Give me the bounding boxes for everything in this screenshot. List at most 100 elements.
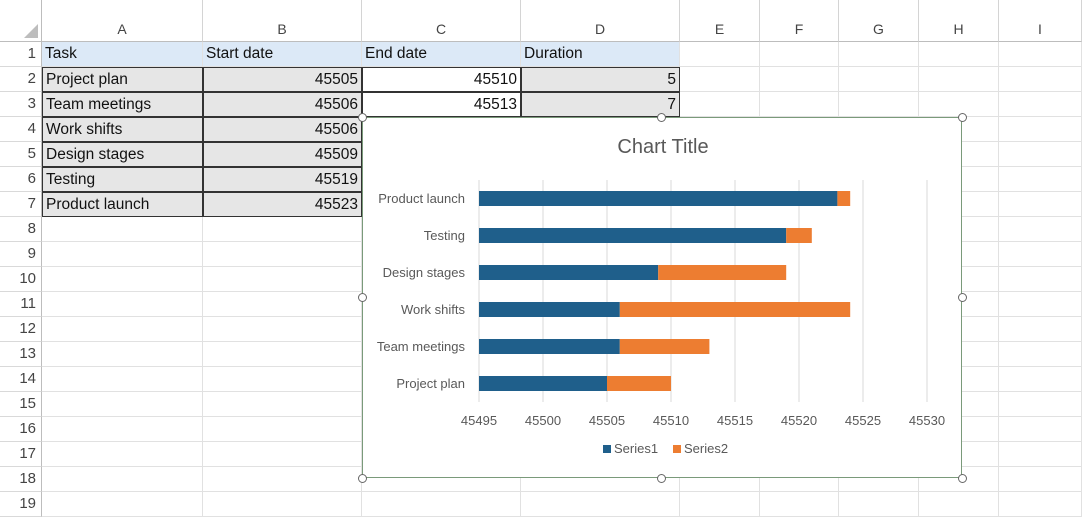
column-header-e[interactable]: E: [680, 0, 760, 42]
header-cell-task[interactable]: Task: [42, 42, 203, 67]
grid-cell[interactable]: [999, 392, 1082, 417]
row-header-2[interactable]: 2: [0, 67, 42, 92]
grid-cell[interactable]: [42, 242, 203, 267]
grid-cell[interactable]: [42, 217, 203, 242]
task-cell[interactable]: Project plan: [42, 67, 203, 92]
column-header-b[interactable]: B: [203, 0, 362, 42]
grid-cell[interactable]: [999, 417, 1082, 442]
task-cell[interactable]: Testing: [42, 167, 203, 192]
start-date-cell[interactable]: 45506: [203, 92, 362, 117]
grid-cell[interactable]: [42, 417, 203, 442]
grid-cell[interactable]: [203, 217, 362, 242]
grid-cell[interactable]: [521, 492, 680, 517]
column-header-i[interactable]: I: [999, 0, 1082, 42]
grid-cell[interactable]: [999, 442, 1082, 467]
column-header-f[interactable]: F: [760, 0, 839, 42]
grid-cell[interactable]: [999, 242, 1082, 267]
grid-cell[interactable]: [999, 167, 1082, 192]
grid-cell[interactable]: [42, 342, 203, 367]
row-header-11[interactable]: 11: [0, 292, 42, 317]
resize-handle[interactable]: [656, 473, 666, 483]
grid-cell[interactable]: [999, 142, 1082, 167]
row-header-1[interactable]: 1: [0, 42, 42, 67]
row-header-17[interactable]: 17: [0, 442, 42, 467]
column-header-d[interactable]: D: [521, 0, 680, 42]
grid-cell[interactable]: [203, 492, 362, 517]
grid-cell[interactable]: [203, 392, 362, 417]
row-header-18[interactable]: 18: [0, 467, 42, 492]
grid-cell[interactable]: [760, 492, 839, 517]
resize-handle[interactable]: [957, 473, 967, 483]
row-header-15[interactable]: 15: [0, 392, 42, 417]
grid-cell[interactable]: [203, 417, 362, 442]
start-date-cell[interactable]: 45509: [203, 142, 362, 167]
grid-cell[interactable]: [999, 42, 1082, 67]
row-header-14[interactable]: 14: [0, 367, 42, 392]
grid-cell[interactable]: [760, 92, 839, 117]
row-header-4[interactable]: 4: [0, 117, 42, 142]
grid-cell[interactable]: [919, 42, 999, 67]
grid-cell[interactable]: [999, 217, 1082, 242]
duration-cell[interactable]: 7: [521, 92, 680, 117]
task-cell[interactable]: Product launch: [42, 192, 203, 217]
grid-cell[interactable]: [999, 342, 1082, 367]
end-date-cell[interactable]: 45510: [362, 67, 521, 92]
grid-cell[interactable]: [42, 367, 203, 392]
row-header-12[interactable]: 12: [0, 317, 42, 342]
grid-cell[interactable]: [203, 367, 362, 392]
task-cell[interactable]: Team meetings: [42, 92, 203, 117]
task-cell[interactable]: Work shifts: [42, 117, 203, 142]
row-header-10[interactable]: 10: [0, 267, 42, 292]
grid-cell[interactable]: [839, 42, 919, 67]
resize-handle[interactable]: [357, 473, 367, 483]
grid-cell[interactable]: [203, 242, 362, 267]
row-header-5[interactable]: 5: [0, 142, 42, 167]
row-header-8[interactable]: 8: [0, 217, 42, 242]
grid-cell[interactable]: [362, 492, 521, 517]
resize-handle[interactable]: [957, 292, 967, 302]
grid-cell[interactable]: [999, 317, 1082, 342]
resize-handle[interactable]: [357, 112, 367, 122]
column-header-c[interactable]: C: [362, 0, 521, 42]
start-date-cell[interactable]: 45506: [203, 117, 362, 142]
header-cell-end-date[interactable]: End date: [362, 42, 521, 67]
grid-cell[interactable]: [203, 267, 362, 292]
column-header-g[interactable]: G: [839, 0, 919, 42]
grid-cell[interactable]: [680, 92, 760, 117]
row-header-16[interactable]: 16: [0, 417, 42, 442]
column-header-a[interactable]: A: [42, 0, 203, 42]
grid-cell[interactable]: [999, 367, 1082, 392]
row-header-3[interactable]: 3: [0, 92, 42, 117]
start-date-cell[interactable]: 45519: [203, 167, 362, 192]
resize-handle[interactable]: [357, 292, 367, 302]
row-header-9[interactable]: 9: [0, 242, 42, 267]
duration-cell[interactable]: 5: [521, 67, 680, 92]
start-date-cell[interactable]: 45505: [203, 67, 362, 92]
grid-cell[interactable]: [203, 292, 362, 317]
gantt-chart[interactable]: Chart Title 45495 45500 45505 45510 45515 4552…: [362, 117, 962, 478]
grid-cell[interactable]: [999, 267, 1082, 292]
grid-cell[interactable]: [999, 292, 1082, 317]
grid-cell[interactable]: [42, 467, 203, 492]
grid-cell[interactable]: [680, 492, 760, 517]
grid-cell[interactable]: [203, 467, 362, 492]
resize-handle[interactable]: [957, 112, 967, 122]
grid-cell[interactable]: [760, 67, 839, 92]
grid-cell[interactable]: [839, 67, 919, 92]
grid-cell[interactable]: [760, 42, 839, 67]
column-header-h[interactable]: H: [919, 0, 999, 42]
end-date-cell[interactable]: 45513: [362, 92, 521, 117]
grid-cell[interactable]: [42, 267, 203, 292]
row-header-19[interactable]: 19: [0, 492, 42, 517]
grid-cell[interactable]: [42, 317, 203, 342]
task-cell[interactable]: Design stages: [42, 142, 203, 167]
grid-cell[interactable]: [999, 92, 1082, 117]
grid-cell[interactable]: [999, 492, 1082, 517]
grid-cell[interactable]: [42, 392, 203, 417]
grid-cell[interactable]: [680, 42, 760, 67]
select-all-corner[interactable]: [0, 0, 42, 42]
grid-cell[interactable]: [839, 92, 919, 117]
row-header-6[interactable]: 6: [0, 167, 42, 192]
grid-cell[interactable]: [680, 67, 760, 92]
grid-cell[interactable]: [999, 192, 1082, 217]
